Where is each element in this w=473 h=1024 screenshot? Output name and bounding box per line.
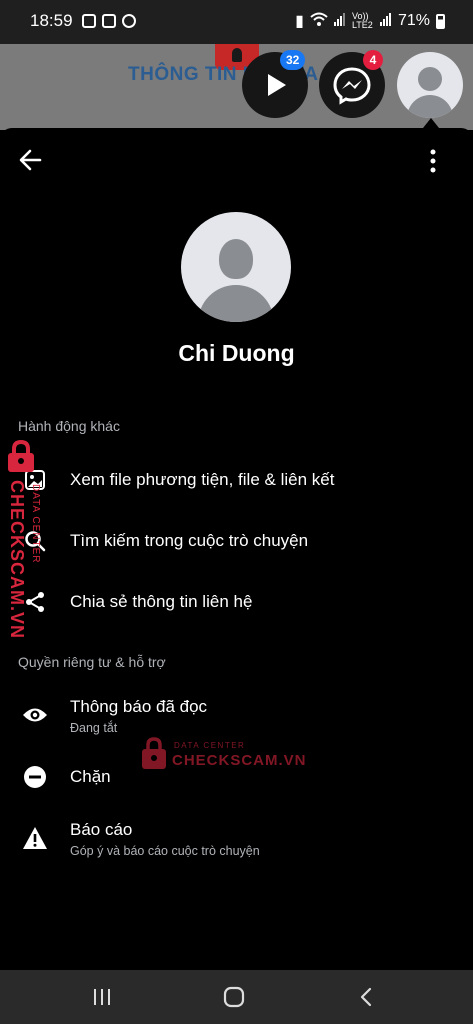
watermark-lock-icon [6, 439, 36, 472]
status-notification-icons [82, 14, 136, 28]
menu-item-label: Tìm kiếm trong cuộc trò chuyện [70, 531, 309, 550]
warning-icon [22, 825, 48, 851]
recent-apps-button[interactable] [82, 982, 122, 1012]
profile-name: Chi Duong [178, 340, 295, 366]
video-chat-head[interactable]: 32 [242, 50, 308, 118]
watermark-brand-vertical: CHECKSCAM.VN [7, 480, 27, 640]
back-arrow-icon [19, 149, 42, 171]
recent-apps-icon [94, 989, 110, 1005]
back-nav-button[interactable] [346, 982, 386, 1012]
menu-item-label: Chặn [70, 767, 111, 786]
battery-saver-icon: ▮ [295, 13, 304, 30]
section-privacy-support: Quyền riêng tư & hỗ trợ [18, 654, 166, 670]
messenger-chat-head[interactable]: 4 [319, 50, 385, 118]
shield-icon [102, 14, 116, 28]
menu-item-read-receipts[interactable]: Thông báo đã đọc Đang tắt [0, 689, 473, 741]
wifi-icon [310, 12, 328, 31]
menu-item-search-chat[interactable]: Tìm kiếm trong cuộc trò chuyện [0, 515, 473, 567]
menu-item-share-contact[interactable]: Chia sẻ thông tin liên hệ [0, 576, 473, 628]
menu-item-status: Đang tắt [70, 721, 118, 735]
chat-head-pointer [423, 118, 439, 128]
signal-icon-2 [379, 12, 392, 31]
status-system-icons: ▮ Vo)) LTE2 71% [295, 11, 445, 31]
home-icon [223, 986, 245, 1008]
menu-item-view-media[interactable]: Xem file phương tiện, file & liên kết [0, 454, 473, 506]
section-more-actions: Hành động khác [18, 418, 120, 434]
status-bar: 18:59 ▮ Vo)) LTE2 71% [0, 0, 473, 44]
menu-item-label: Thông báo đã đọc [70, 697, 208, 716]
messenger-notification-icon [122, 14, 136, 28]
block-icon [22, 764, 48, 790]
menu-item-report[interactable]: Báo cáo Góp ý và báo cáo cuộc trò chuyện [0, 812, 473, 864]
eye-icon [22, 702, 48, 728]
video-badge: 32 [280, 50, 306, 70]
gallery-icon [82, 14, 96, 28]
menu-item-subtitle: Góp ý và báo cáo cuộc trò chuyện [70, 844, 260, 858]
messenger-icon [333, 67, 371, 105]
watermark-center-brand: CHECKSCAM.VN [172, 752, 307, 769]
battery-percent: 71% [397, 12, 430, 29]
profile-avatar[interactable] [181, 212, 291, 322]
messenger-badge: 4 [363, 50, 383, 70]
more-options-button[interactable] [424, 148, 442, 174]
watermark-center-tag: DATA CENTER [174, 741, 246, 750]
watermark-center-lock-icon [141, 736, 167, 770]
status-time: 18:59 [30, 11, 73, 30]
menu-item-label: Báo cáo [70, 820, 133, 839]
back-chevron-icon [360, 987, 372, 1007]
more-vertical-icon [430, 149, 436, 173]
menu-item-label: Xem file phương tiện, file & liên kết [70, 470, 335, 489]
system-navigation-bar [0, 970, 473, 1024]
back-button[interactable] [18, 148, 44, 172]
battery-icon [436, 13, 445, 29]
menu-item-label: Chia sẻ thông tin liên hệ [70, 592, 253, 611]
home-button[interactable] [214, 982, 254, 1012]
signal-icon-1 [333, 12, 346, 31]
watermark-tag-vertical: DATA CENTER [30, 484, 41, 564]
lte-label: Vo)) LTE2 [351, 11, 373, 30]
profile-chat-head[interactable] [397, 52, 463, 118]
play-icon [268, 74, 286, 96]
